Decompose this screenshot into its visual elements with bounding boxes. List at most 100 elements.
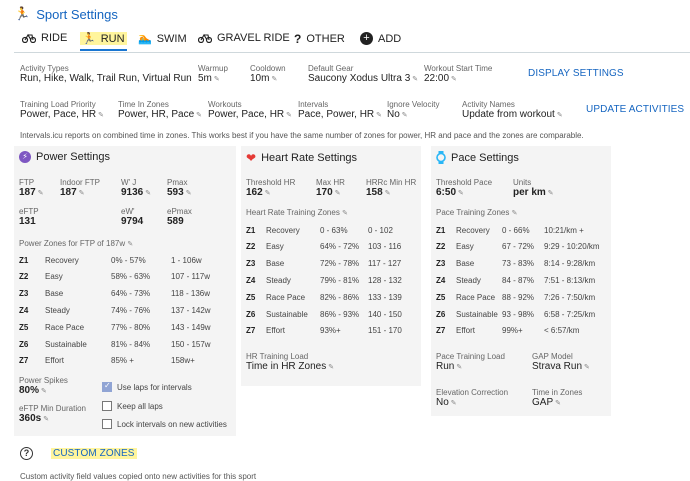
tab-add[interactable]: + ADD: [360, 32, 401, 45]
zone-row: Z5 Race Pace 82% - 86% 133 - 139: [246, 289, 418, 305]
keep-all-laps-checkbox[interactable]: [102, 401, 112, 411]
zone-name: Race Pace: [45, 322, 85, 332]
eftp-min-duration-field[interactable]: eFTP Min Duration 360s ✎: [19, 404, 86, 424]
field-label: Default Gear: [308, 64, 354, 73]
add-circle-icon: +: [360, 32, 373, 45]
zone-range: < 6:57/km: [544, 326, 580, 336]
cooldown-field[interactable]: Cooldown 10m ✎: [250, 64, 286, 84]
activity-types-field[interactable]: Activity Types Run, Hike, Walk, Trail Ru…: [20, 64, 192, 84]
zone-id: Z4: [436, 275, 446, 285]
field-value: Power, HR, Pace: [118, 109, 195, 120]
ftp-field[interactable]: FTP 187 ✎: [19, 178, 44, 198]
field-label: Warmup: [198, 64, 228, 73]
zone-name: Sustainable: [45, 339, 87, 349]
pencil-icon: ✎: [286, 111, 293, 119]
default-gear-field[interactable]: Default Gear Saucony Xodus Ultra 3 ✎: [308, 64, 418, 84]
field-label: Pace Training Load: [436, 352, 505, 361]
hr-zones-title[interactable]: Heart Rate Training Zones ✎: [246, 208, 348, 217]
update-activities-button[interactable]: UPDATE ACTIVITIES: [586, 104, 684, 115]
footer-note: Custom activity field values copied onto…: [20, 472, 257, 481]
zone-name: Steady: [45, 305, 70, 315]
use-laps-checkbox-row[interactable]: Use laps for intervals: [102, 381, 192, 392]
indoor-ftp-field[interactable]: Indoor FTP 187 ✎: [60, 178, 100, 198]
zone-row: Z6 Sustainable 93 - 98% 6:58 - 7:25/km: [436, 306, 608, 322]
pencil-icon: ✎: [547, 189, 554, 197]
pencil-icon: ✎: [213, 75, 220, 83]
field-value: 5m: [198, 73, 212, 84]
power-zones-title[interactable]: Power Zones for FTP of 187w ✎: [19, 239, 133, 248]
pace-training-load-field[interactable]: Pace Training Load Run ✎: [436, 352, 505, 372]
time-in-zones-field[interactable]: Time In Zones Power, HR, Pace ✎: [118, 100, 202, 120]
tab-other[interactable]: ? OTHER: [294, 32, 345, 46]
field-value: Run: [436, 361, 455, 372]
pace-zones-title[interactable]: Pace Training Zones ✎: [436, 208, 517, 217]
pencil-icon: ✎: [412, 75, 419, 83]
threshold-pace-field[interactable]: Threshold Pace 6:50 ✎: [436, 178, 492, 198]
workouts-field[interactable]: Workouts Power, Pace, HR ✎: [208, 100, 292, 120]
zone-range: 158w+: [171, 356, 195, 366]
sport-tabs: RIDE 🏃 RUN 🏊 SWIM GRAVEL RIDE ? OTHER + …: [14, 28, 690, 53]
keep-all-laps-checkbox-row[interactable]: Keep all laps: [102, 401, 163, 411]
lock-intervals-checkbox-row[interactable]: Lock intervals on new activities: [102, 419, 227, 429]
zone-row: Z4 Steady 79% - 81% 128 - 132: [246, 272, 418, 288]
zone-range: 103 - 116: [368, 242, 402, 252]
ew-field: eW' 9794: [121, 207, 143, 227]
lock-intervals-checkbox[interactable]: [102, 419, 112, 429]
workout-start-time-field[interactable]: Workout Start Time 22:00 ✎: [424, 64, 492, 84]
zone-percent: 67 - 72%: [502, 242, 535, 252]
panel-title: Pace Settings: [451, 151, 519, 164]
zone-row: Z4 Steady 74% - 76% 137 - 142w: [19, 302, 231, 318]
watch-icon: [436, 151, 446, 164]
activity-names-field[interactable]: Activity Names Update from workout ✎: [462, 100, 563, 120]
pencil-icon: ✎: [451, 75, 457, 83]
pencil-icon: ✎: [98, 111, 105, 119]
checkbox-label: Use laps for intervals: [117, 382, 192, 392]
threshold-hr-field[interactable]: Threshold HR 162 ✎: [246, 178, 295, 198]
field-value: 158: [366, 187, 383, 198]
zone-percent: 73 - 83%: [502, 259, 535, 269]
help-icon[interactable]: ?: [20, 447, 33, 460]
pencil-icon: ✎: [458, 189, 464, 197]
bike-icon: [198, 33, 212, 43]
field-label: eW': [121, 207, 135, 216]
zone-id: Z6: [436, 309, 446, 319]
use-laps-checkbox[interactable]: [102, 381, 112, 392]
ignore-velocity-field[interactable]: Ignore Velocity No ✎: [387, 100, 439, 120]
zone-range: 6:58 - 7:25/km: [544, 309, 596, 319]
hr-training-load-field[interactable]: HR Training Load Time in HR Zones ✎: [246, 352, 334, 372]
display-settings-button[interactable]: DISPLAY SETTINGS: [528, 68, 624, 79]
pencil-icon: ✎: [271, 75, 278, 83]
pencil-icon: ✎: [450, 399, 457, 407]
zone-id: Z4: [19, 305, 29, 315]
custom-zones-button[interactable]: CUSTOM ZONES: [51, 448, 137, 459]
training-load-priority-field[interactable]: Training Load Priority Power, Pace, HR ✎: [20, 100, 104, 120]
max-hr-field[interactable]: Max HR 170 ✎: [316, 178, 345, 198]
gap-model-field[interactable]: GAP Model Strava Run ✎: [532, 352, 590, 372]
power-spikes-field[interactable]: Power Spikes 80% ✎: [19, 376, 68, 396]
hrrc-min-hr-field[interactable]: HRRc Min HR 158 ✎: [366, 178, 416, 198]
zone-range: 117 - 127: [368, 259, 402, 269]
warmup-field[interactable]: Warmup 5m ✎: [198, 64, 228, 84]
elevation-correction-field[interactable]: Elevation Correction No ✎: [436, 388, 508, 408]
tab-ride[interactable]: RIDE: [22, 32, 67, 44]
pencil-icon: ✎: [555, 399, 561, 407]
pmax-field[interactable]: Pmax 593 ✎: [167, 178, 192, 198]
zone-row: Z5 Race Pace 77% - 80% 143 - 149w: [19, 319, 231, 335]
bike-icon: [22, 33, 36, 43]
field-label: Elevation Correction: [436, 388, 509, 397]
tab-run[interactable]: 🏃 RUN: [80, 32, 127, 51]
field-value: per km: [513, 187, 546, 198]
tab-gravel-ride[interactable]: GRAVEL RIDE: [198, 32, 290, 44]
zone-percent: 86% - 93%: [320, 309, 360, 319]
pencil-icon: ✎: [334, 189, 341, 197]
zone-percent: 64% - 72%: [320, 242, 360, 252]
w-prime-field[interactable]: W' J 9136 ✎: [121, 178, 151, 198]
zone-name: Recovery: [456, 225, 490, 235]
field-value: 187: [19, 187, 36, 198]
field-label: W' J: [121, 178, 137, 187]
pace-time-in-zones-field[interactable]: Time in Zones GAP ✎: [532, 388, 582, 408]
intervals-field[interactable]: Intervals Pace, Power, HR ✎: [298, 100, 382, 120]
tab-swim[interactable]: 🏊 SWIM: [138, 32, 187, 46]
pace-units-field[interactable]: Units per km ✎: [513, 178, 554, 198]
zone-name: Race Pace: [456, 292, 496, 302]
